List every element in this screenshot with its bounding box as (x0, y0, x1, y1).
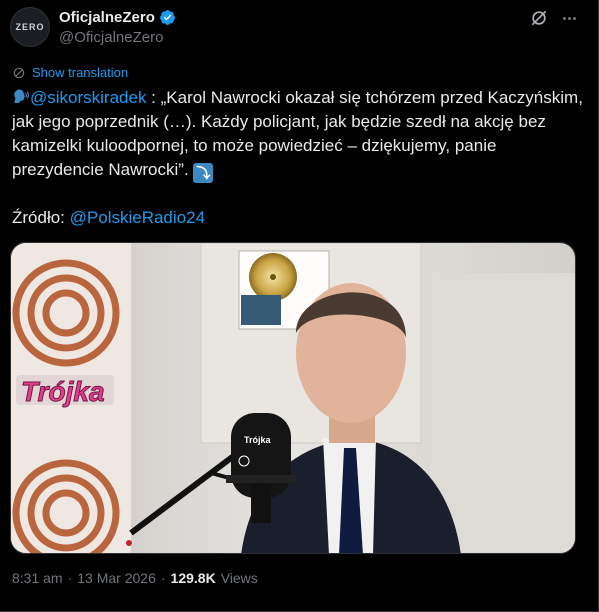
mention-link[interactable]: @sikorskiradek (30, 88, 146, 107)
video-thumbnail[interactable]: Trójka Trójka (10, 242, 576, 554)
author-handle[interactable]: @OficjalneZero (59, 29, 163, 46)
source-link[interactable]: @PolskieRadio24 (70, 208, 205, 227)
grok-icon[interactable] (529, 8, 549, 28)
tweet-meta: 8:31 am · 13 Mar 2026 · 129.8K Views (12, 570, 258, 586)
tweet-time[interactable]: 8:31 am (12, 570, 63, 586)
show-translation-link[interactable]: Show translation (12, 65, 128, 80)
views-label: Views (220, 570, 258, 586)
verified-badge-icon (159, 10, 175, 25)
author-display-name[interactable]: OficjalneZero (59, 9, 155, 26)
meta-separator: · (67, 570, 73, 586)
tweet-date[interactable]: 13 Mar 2026 (77, 570, 156, 586)
arrow-down-icon: ⤵ (193, 163, 214, 183)
meta-separator-2: · (160, 570, 166, 586)
source-label: Źródło: (12, 208, 70, 227)
author-name-row: OficjalneZero (59, 9, 176, 26)
avatar-logo-text: ZERO (15, 22, 45, 32)
more-icon[interactable] (559, 8, 579, 28)
svg-text:Trójka: Trójka (21, 376, 105, 407)
tweet-text: @sikorskiradek : „Karol Nawrocki okazał … (12, 86, 587, 183)
views-count: 129.8K (170, 570, 216, 586)
speaking-head-icon (14, 89, 29, 103)
tweet-card: ZERO OficjalneZero @OficjalneZero Show t… (0, 0, 599, 612)
source-line: Źródło: @PolskieRadio24 (12, 206, 205, 230)
video-frame: Trójka Trójka (11, 243, 575, 553)
translate-icon (13, 67, 25, 78)
avatar[interactable]: ZERO (10, 7, 50, 47)
svg-text:Trójka: Trójka (244, 435, 272, 445)
trojka-logo-overlay: Trójka (16, 375, 114, 408)
show-translation-label: Show translation (32, 65, 129, 80)
